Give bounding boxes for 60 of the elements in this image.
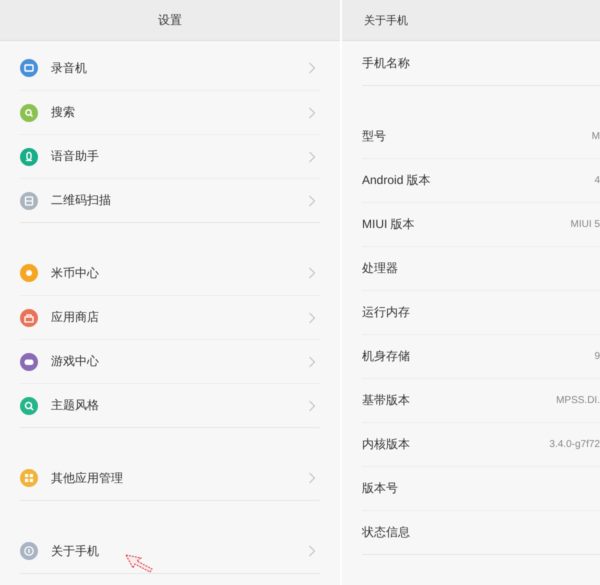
screen-title: 设置 xyxy=(158,12,182,28)
item-label: 其他应用管理 xyxy=(51,470,124,486)
settings-item[interactable]: 主题风格 xyxy=(20,383,320,427)
info-label: 处理器 xyxy=(362,260,399,277)
info-label: MIUI 版本 xyxy=(362,216,416,233)
item-label: 游戏中心 xyxy=(51,353,100,370)
info-label: 运行内存 xyxy=(362,304,411,321)
info-value: MIUI 5 xyxy=(570,219,600,230)
info-label: Android 版本 xyxy=(362,172,432,189)
settings-item[interactable]: 录音机 xyxy=(20,46,320,90)
info-row[interactable]: Android 版本 4 xyxy=(362,158,600,202)
chevron-icon xyxy=(308,267,316,279)
info-row[interactable]: 运行内存 xyxy=(362,290,600,334)
settings-item[interactable]: 其他应用管理 xyxy=(20,456,320,500)
item-label: 搜索 xyxy=(51,104,76,121)
chevron-icon xyxy=(308,62,316,74)
info-label: 版本号 xyxy=(362,480,399,497)
item-label: 二维码扫描 xyxy=(51,192,112,209)
info-row[interactable]: 型号 M xyxy=(362,114,600,158)
info-label: 机身存储 xyxy=(362,348,411,365)
info-row[interactable]: 状态信息 xyxy=(362,510,600,554)
info-label: 内核版本 xyxy=(362,436,411,453)
info-row[interactable]: MIUI 版本 MIUI 5 xyxy=(362,202,600,246)
chevron-icon xyxy=(308,545,316,557)
info-value: 3.4.0-g7f72 xyxy=(549,439,600,450)
chevron-icon xyxy=(308,356,316,368)
info-row[interactable]: 版本号 xyxy=(362,466,600,510)
info-row[interactable]: 手机名称 xyxy=(362,41,600,85)
settings-item[interactable]: 游戏中心 xyxy=(20,339,320,383)
item-label: 米币中心 xyxy=(51,264,100,282)
info-label: 型号 xyxy=(362,128,387,144)
info-label: 手机名称 xyxy=(362,54,411,72)
info-value: 9 xyxy=(594,351,600,362)
chevron-icon xyxy=(308,312,316,324)
info-value: 4 xyxy=(594,175,600,186)
settings-item[interactable]: 语音助手 xyxy=(20,134,320,178)
chevron-icon xyxy=(308,106,316,118)
item-label: 录音机 xyxy=(51,60,88,76)
info-value: MPSS.DI. xyxy=(556,395,600,406)
chevron-icon xyxy=(308,472,316,484)
settings-item[interactable]: 米币中心 xyxy=(20,251,320,295)
info-label: 基带版本 xyxy=(362,392,411,409)
settings-item[interactable]: 关于手机 xyxy=(20,529,320,573)
chevron-icon xyxy=(308,400,316,412)
chevron-icon xyxy=(308,150,316,162)
item-label: 语音助手 xyxy=(51,148,100,165)
settings-item[interactable]: 二维码扫描 xyxy=(20,178,320,222)
screen-title: 关于手机 xyxy=(364,14,408,28)
info-value: M xyxy=(592,130,600,142)
info-label: 状态信息 xyxy=(362,524,411,541)
settings-item[interactable]: 应用商店 xyxy=(20,295,320,339)
info-row[interactable]: 基带版本 MPSS.DI. xyxy=(362,378,600,422)
settings-item[interactable]: 搜索 xyxy=(20,90,320,134)
info-row[interactable]: 内核版本 3.4.0-g7f72 xyxy=(362,422,600,466)
info-row[interactable]: 机身存储 9 xyxy=(362,334,600,378)
item-label: 关于手机 xyxy=(51,542,100,560)
item-label: 主题风格 xyxy=(51,397,100,414)
chevron-icon xyxy=(308,194,316,206)
item-label: 应用商店 xyxy=(51,309,100,326)
info-row[interactable]: 处理器 xyxy=(362,246,600,290)
